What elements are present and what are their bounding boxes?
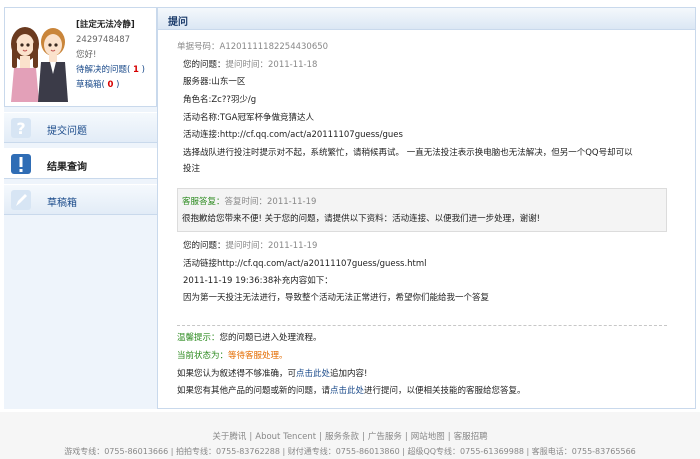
exclamation-icon: [11, 154, 31, 174]
footer-link-sitemap[interactable]: 网站地图: [411, 432, 445, 442]
footer-link-terms[interactable]: 服务条款: [325, 432, 359, 442]
question1-role: 角色名:Zc??羽少/g: [183, 95, 257, 105]
username: [註定无法冷静]: [76, 20, 135, 30]
reply-text: 很抱歉给您带来不便! 关于您的问题，请提供以下资料：活动连接、以便我们进一步处理…: [182, 214, 541, 224]
question2-time: 提问时间：2011-11-19: [225, 241, 318, 251]
tip-text: 您的问题已进入处理流程。: [219, 333, 322, 343]
qq-number: 2429748487: [76, 35, 131, 45]
footer-phones: 游戏专线：0755-86013666 | 拍拍专线：0755-83762288 …: [64, 447, 636, 456]
reply-time: 答复时间：2011-11-19: [224, 197, 317, 207]
footer-link-about[interactable]: 关于腾讯: [212, 432, 246, 442]
footer-link-jobs[interactable]: 客服招聘: [454, 432, 488, 442]
drafts-link[interactable]: 草稿箱( 0 ): [76, 78, 158, 93]
reply-label: 客服答复：: [182, 197, 225, 207]
footer-separator: |: [404, 432, 408, 442]
footer-separator: |: [447, 432, 451, 442]
nav-label-drafts: 草稿箱: [47, 198, 77, 209]
question1-link: 活动连接:http://cf.qq.com/act/a20111107guess…: [183, 130, 403, 140]
append-link[interactable]: 点击此处: [296, 369, 330, 379]
drafts-count: 0: [107, 80, 114, 90]
status-append-line: 如果您认为叙述得不够准确，可点击此处追加内容!: [177, 368, 367, 380]
profile-card: [註定无法冷静] 2429748487 您好! 待解决的问题( 1 ) 草稿箱(…: [4, 7, 157, 107]
question1-time: 提问时间：2011-11-18: [225, 60, 318, 70]
question2-header: 您的问题：提问时间：2011-11-19: [183, 240, 317, 252]
question1-desc2: 投注: [183, 164, 201, 174]
pending-questions-link[interactable]: 待解决的问题( 1 ): [76, 63, 158, 78]
status-state: 当前状态为：等待客服处理。: [177, 350, 288, 362]
question-mark-icon: ?: [11, 118, 31, 138]
question2-title: 您的问题：: [183, 241, 226, 251]
nav-drafts[interactable]: 草稿箱: [4, 184, 157, 215]
nav-label-result: 结果查询: [47, 162, 87, 173]
footer-separator: |: [249, 432, 253, 442]
reply-header: 客服答复：答复时间：2011-11-19: [182, 196, 316, 208]
divider: [177, 325, 667, 326]
question1-header: 您的问题：提问时间：2011-11-18: [183, 59, 317, 71]
pending-label: 待解决的问题(: [76, 65, 131, 75]
main-panel: 提问 单据号码：A120111118225443065​0 您的问题：提问时间：…: [157, 7, 696, 409]
panel-header: 提问: [158, 8, 695, 30]
question1-title: 您的问题：: [183, 60, 226, 70]
panel-title: 提问: [168, 17, 188, 28]
svg-text:?: ?: [16, 119, 25, 138]
left-sidebar: [註定无法冷静] 2429748487 您好! 待解决的问题( 1 ) 草稿箱(…: [4, 7, 157, 409]
ticket-number: 单据号码：A120111118225443065​0: [177, 42, 329, 52]
question2-link: 活动链接http://cf.qq.com/act/a20111107guess/…: [183, 259, 427, 269]
new-question-post: 进行提问，以便相关技能的客服给您答复。: [364, 386, 526, 396]
footer-separator: |: [361, 432, 365, 442]
state-value: 等待客服处理。: [228, 351, 288, 361]
footer-link-ads[interactable]: 广告服务: [368, 432, 402, 442]
drafts-label: 草稿箱(: [76, 80, 105, 90]
pencil-icon: [11, 190, 31, 210]
question1-activity: 活动名称:TGA冠军杯争做竞猜达人: [183, 113, 314, 123]
footer-links: 关于腾讯 | About Tencent | 服务条款 | 广告服务 | 网站地图 | 客服招聘: [0, 430, 700, 442]
question2-supplement: 2011-11-19 19:36:38补充内容如下：: [183, 276, 333, 286]
nav-submit-question[interactable]: ? 提交问题: [4, 112, 157, 143]
nav-result-query[interactable]: 结果查询: [4, 148, 157, 179]
append-post: 追加内容!: [330, 369, 368, 379]
tip-label: 温馨提示：: [177, 333, 220, 343]
new-question-pre: 如果您有其他产品的问题或新的问题，请: [177, 386, 331, 396]
footer-separator: |: [319, 432, 322, 442]
new-question-link[interactable]: 点击此处: [330, 386, 364, 396]
status-new-question-line: 如果您有其他产品的问题或新的问题，请点击此处进行提问，以便相关技能的客服给您答复…: [177, 385, 526, 397]
question2-desc: 因为第一天投注无法进行，导致整个活动无法正常进行，希望你们能给我一个答复: [183, 293, 490, 303]
avatar-icon: [11, 27, 68, 102]
append-pre: 如果您认为叙述得不够准确，可: [177, 369, 297, 379]
drafts-close: ): [116, 80, 120, 90]
nav-label-submit: 提交问题: [47, 126, 87, 137]
pending-close: ): [141, 65, 145, 75]
state-label: 当前状态为：: [177, 351, 229, 361]
pending-count: 1: [133, 65, 139, 75]
question1-desc1: 选择战队进行投注时提示对不起，系统繁忙，请稍候再试。 一直无法投注表示换电脑也无…: [183, 148, 633, 158]
question1-server: 服务器:山东一区: [183, 77, 246, 87]
footer-link-about-en[interactable]: About Tencent: [255, 432, 316, 442]
status-tip: 温馨提示：您的问题已进入处理流程。: [177, 332, 322, 344]
greeting: 您好!: [76, 50, 97, 60]
reply-box: 客服答复：答复时间：2011-11-19 很抱歉给您带来不便! 关于您的问题，请…: [177, 188, 667, 232]
profile-info: [註定无法冷静] 2429748487 您好! 待解决的问题( 1 ) 草稿箱(…: [76, 18, 158, 93]
